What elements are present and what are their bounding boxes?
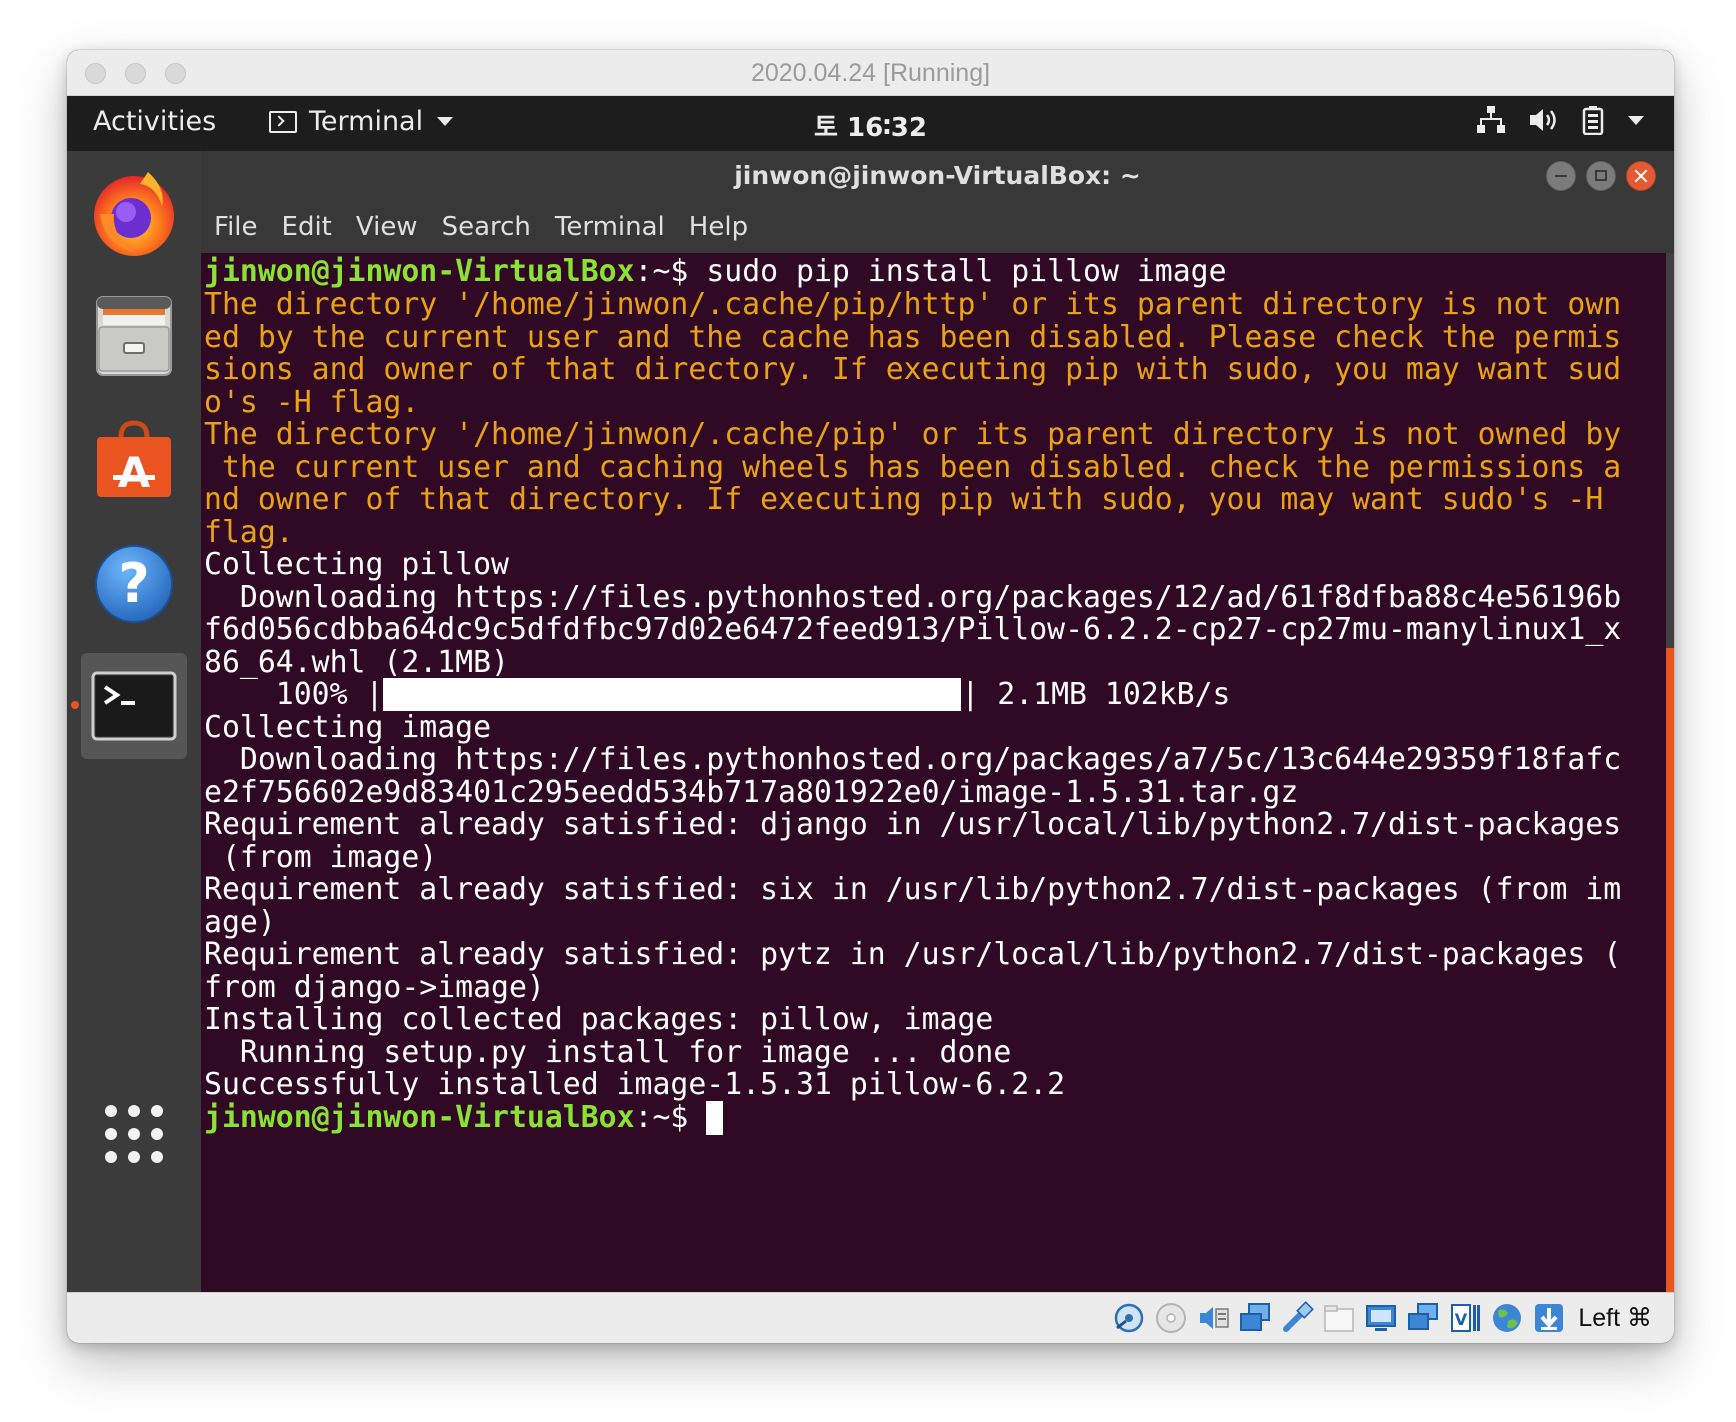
terminal-output[interactable]: jinwon@jinwon-VirtualBox:~$ sudo pip ins… [201,253,1666,1292]
output-line: the current user and caching wheels has … [204,450,1622,485]
terminal-menubar: File Edit View Search Terminal Help [201,201,1674,253]
terminal-window: jinwon@jinwon-VirtualBox: ~ File Edit Vi… [201,151,1674,1292]
output-line: age) [204,905,276,940]
running-indicator [71,701,79,709]
output-line: nd owner of that directory. If executing… [204,482,1604,517]
host-key-arrow-icon[interactable] [1532,1301,1566,1335]
output-line: The directory '/home/jinwon/.cache/pip' … [204,417,1622,452]
menu-help[interactable]: Help [689,212,748,242]
virtualbox-status-bar: V Left ⌘ [67,1292,1674,1343]
output-line: Collecting pillow [204,547,509,582]
output-line: Requirement already satisfied: pytz in /… [204,937,1622,972]
volume-icon [1530,109,1556,131]
command-line: jinwon@jinwon-VirtualBox:~$ sudo pip ins… [204,254,1227,290]
close-button[interactable] [1626,161,1656,191]
network-icon [1477,106,1505,133]
terminal-icon [91,671,177,741]
scrollbar-thumb[interactable] [1666,647,1674,1292]
show-applications-icon [105,1105,163,1163]
minimize-button[interactable] [1546,161,1576,191]
text-cursor [706,1101,724,1135]
terminal-title: jinwon@jinwon-VirtualBox: ~ [734,161,1141,190]
terminal-titlebar[interactable]: jinwon@jinwon-VirtualBox: ~ [201,151,1674,201]
output-line: ed by the current user and the cache has… [204,320,1622,355]
menu-search[interactable]: Search [442,212,531,242]
status-icons: V Left ⌘ [1112,1301,1652,1335]
output-line: Downloading https://files.pythonhosted.o… [204,580,1622,615]
audio-icon[interactable] [1196,1301,1230,1335]
host-key-label: Left ⌘ [1578,1304,1652,1332]
download-progress-line: 100% | | 2.1MB 102kB/s [204,677,1231,713]
prompt-path: :~$ [634,1100,689,1135]
video-capture-icon[interactable] [1406,1301,1440,1335]
ubuntu-dock: A ? [67,151,201,1343]
show-applications-button[interactable] [81,1081,187,1187]
output-line: Downloading https://files.pythonhosted.o… [204,742,1622,777]
download-progress-bar [383,678,962,711]
dock-item-firefox[interactable] [81,159,187,265]
output-line: Requirement already satisfied: six in /u… [204,872,1622,907]
command-text: sudo pip install pillow image [688,254,1227,289]
svg-text:V: V [1455,1310,1468,1329]
help-icon: ? [95,545,173,623]
output-line: Running setup.py install for image ... d… [204,1035,1012,1070]
maximize-button[interactable] [1586,161,1616,191]
firefox-icon [94,172,174,256]
usb-icon[interactable] [1280,1301,1315,1335]
files-icon [96,296,172,376]
output-line: (from image) [204,840,438,875]
terminal-scrollbar[interactable] [1666,253,1674,1292]
output-line: f6d056cdbba64dc9c5dfdfbc97d02e6472feed91… [204,612,1622,647]
mac-titlebar[interactable]: 2020.04.24 [Running] [67,50,1674,96]
display-icon[interactable] [1364,1301,1398,1335]
dock-item-files[interactable] [81,283,187,389]
prompt-user: jinwon@jinwon-VirtualBox [204,1100,635,1135]
progress-stats: | 2.1MB 102kB/s [961,677,1231,712]
dock-item-help[interactable]: ? [81,531,187,637]
svg-text:?: ? [118,552,149,615]
clock[interactable]: 토 16∶32 [67,107,1674,144]
guest-additions-icon[interactable] [1490,1301,1524,1335]
current-prompt-line: jinwon@jinwon-VirtualBox:~$ [204,1100,724,1136]
output-line: o's -H flag. [204,385,420,420]
dock-item-terminal[interactable] [81,653,187,759]
menu-edit[interactable]: Edit [282,212,332,242]
output-line: Installing collected packages: pillow, i… [204,1002,994,1037]
gnome-top-bar: Activities Terminal 토 16∶32 [67,96,1674,151]
window-title: 2020.04.24 [Running] [750,59,991,87]
svg-text:A: A [118,448,151,497]
hard-disk-icon[interactable] [1112,1301,1146,1335]
dock-item-software[interactable]: A [81,407,187,513]
virtualization-icon[interactable]: V [1448,1301,1482,1335]
prompt-path: :~$ [634,254,689,289]
window-controls [1546,161,1656,191]
output-line: e2f756602e9d83401c295eedd534b717a801922e… [204,775,1299,810]
shared-folders-icon[interactable] [1322,1301,1356,1335]
virtualbox-window: 2020.04.24 [Running] Activities Terminal… [67,50,1674,1343]
output-line: flag. [204,515,294,550]
output-line: from django->image) [204,970,545,1005]
network-adapters-icon[interactable] [1238,1301,1272,1335]
system-menu-caret-icon [1628,116,1644,125]
output-line: Collecting image [204,710,492,745]
output-line: Successfully installed image-1.5.31 pill… [204,1067,1066,1102]
menu-file[interactable]: File [214,212,258,242]
system-tray[interactable] [1476,105,1646,135]
output-line: The directory '/home/jinwon/.cache/pip/h… [204,287,1622,322]
prompt-user: jinwon@jinwon-VirtualBox [204,254,635,289]
battery-icon [1582,106,1604,135]
output-line: 86_64.whl (2.1MB) [204,645,509,680]
output-line: sions and owner of that directory. If ex… [204,352,1622,387]
output-line: Requirement already satisfied: django in… [204,807,1622,842]
software-center-icon: A [97,420,171,497]
progress-percent: 100% | [204,677,384,712]
menu-view[interactable]: View [356,212,418,242]
optical-drive-icon[interactable] [1154,1301,1188,1335]
menu-terminal[interactable]: Terminal [555,212,665,242]
